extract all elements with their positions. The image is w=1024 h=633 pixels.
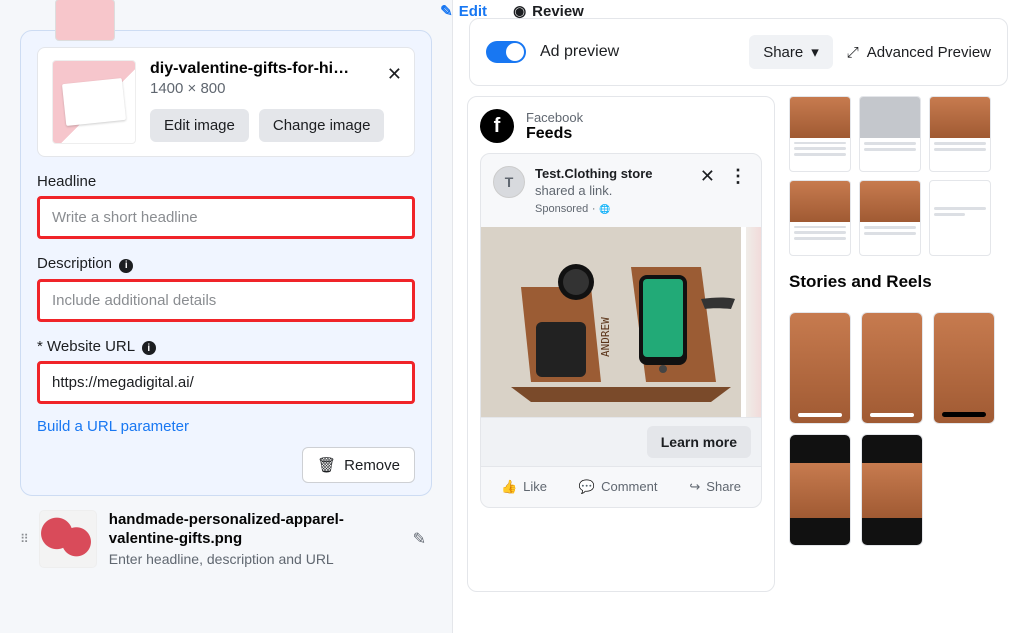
trash-icon: 🗑 (317, 456, 336, 474)
secondary-media-row: ⠿ handmade-personalized-apparel-valentin… (20, 510, 432, 568)
like-icon: 👍 (501, 479, 517, 495)
eye-icon: ◉ (513, 2, 526, 20)
secondary-thumbnail (39, 510, 97, 568)
media-summary: diy-valentine-gifts-for-him-… 1400 × 800… (37, 47, 415, 157)
info-icon[interactable]: i (142, 341, 156, 355)
story-thumb[interactable] (789, 434, 851, 546)
ad-preview-label: Ad preview (540, 43, 619, 61)
website-url-label: * Website URL i (37, 338, 415, 356)
remove-button[interactable]: 🗑 Remove (302, 447, 415, 483)
placement-thumb[interactable] (929, 96, 991, 172)
page-avatar: T (493, 166, 525, 198)
globe-icon: 🌐 (599, 204, 610, 214)
caret-down-icon: ▾ (811, 43, 819, 61)
pencil-icon: ✎ (440, 2, 453, 20)
share-icon: ↪ (689, 479, 700, 495)
comment-button[interactable]: 💬Comment (571, 473, 666, 501)
secondary-filename: handmade-personalized-apparel-valentine-… (109, 511, 395, 549)
build-url-parameter-link[interactable]: Build a URL parameter (37, 418, 415, 435)
expand-icon: ⤢ (847, 44, 859, 61)
share-action-button[interactable]: ↪Share (681, 473, 749, 501)
headline-input[interactable] (52, 209, 400, 226)
ad-preview-toggle[interactable] (486, 41, 526, 63)
website-url-input-wrap (37, 361, 415, 404)
page-name: Test.Clothing store (535, 166, 652, 181)
cta-button[interactable]: Learn more (647, 426, 751, 458)
thumbnail-small (55, 0, 115, 41)
right-panel: Ad preview Share ▾ ⤢ Advanced Preview Fa… (452, 0, 1024, 633)
placement-thumb[interactable] (789, 96, 851, 172)
dock-image-svg: ANDREW (481, 227, 761, 417)
story-thumb[interactable] (861, 312, 923, 424)
edit-pencil-icon[interactable]: ✎ (407, 523, 432, 555)
share-button[interactable]: Share ▾ (749, 35, 833, 69)
website-url-input[interactable] (52, 374, 400, 391)
svg-text:ANDREW: ANDREW (599, 317, 612, 357)
preview-header: Ad preview Share ▾ ⤢ Advanced Preview (469, 18, 1008, 86)
placement-thumbnails: Stories and Reels (775, 96, 1010, 633)
placement-thumb[interactable] (859, 96, 921, 172)
placement-thumb[interactable] (789, 180, 851, 256)
info-icon[interactable]: i (119, 259, 133, 273)
story-thumb[interactable] (789, 312, 851, 424)
comment-icon: 💬 (579, 479, 595, 495)
placement-thumb[interactable] (859, 180, 921, 256)
edit-image-button[interactable]: Edit image (150, 109, 249, 142)
sponsored-label: Sponsored (535, 203, 588, 215)
drag-handle-icon[interactable]: ⠿ (20, 532, 27, 546)
feeds-label: Feeds (526, 125, 583, 143)
change-image-button[interactable]: Change image (259, 109, 385, 142)
media-thumbnail (52, 60, 136, 144)
media-card: diy-valentine-gifts-for-him-… 1400 × 800… (20, 30, 432, 496)
description-input[interactable] (52, 292, 400, 309)
remove-media-icon[interactable]: ✕ (387, 64, 402, 85)
like-button[interactable]: 👍Like (493, 473, 555, 501)
story-thumb[interactable] (861, 434, 923, 546)
media-dimensions: 1400 × 800 (150, 80, 400, 97)
placement-thumb[interactable] (929, 180, 991, 256)
tab-review[interactable]: ◉Review (513, 2, 584, 20)
post-menu-icon[interactable]: ⋮ (727, 166, 749, 187)
dismiss-ad-icon[interactable]: ✕ (698, 166, 717, 187)
description-label: Description i (37, 255, 415, 273)
headline-label: Headline (37, 173, 415, 190)
feed-preview: Facebook Feeds T Test.Clothing store sha… (467, 96, 775, 592)
facebook-logo-icon (480, 109, 514, 143)
advanced-preview-link[interactable]: ⤢ Advanced Preview (847, 44, 991, 61)
tab-edit[interactable]: ✎Edit (440, 2, 487, 20)
headline-input-wrap (37, 196, 415, 239)
story-thumb[interactable] (933, 312, 995, 424)
secondary-hint: Enter headline, description and URL (109, 551, 395, 567)
left-panel: diy-valentine-gifts-for-him-… 1400 × 800… (0, 0, 452, 633)
ad-image: ANDREW (481, 227, 761, 417)
ad-post-preview: T Test.Clothing store shared a link. Spo… (480, 153, 762, 508)
description-input-wrap (37, 279, 415, 322)
placement-label: Facebook (526, 110, 583, 125)
media-filename: diy-valentine-gifts-for-him-… (150, 60, 360, 78)
shared-link-text: shared a link (535, 183, 609, 198)
stories-reels-title: Stories and Reels (789, 272, 1010, 292)
